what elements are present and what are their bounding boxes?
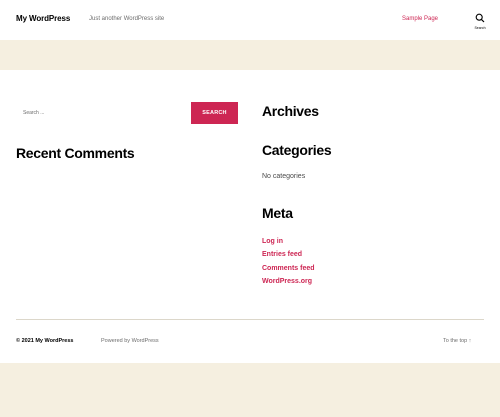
search-icon: [475, 13, 485, 23]
site-description: Just another WordPress site: [89, 16, 165, 22]
footer-powered-by[interactable]: Powered by WordPress: [101, 338, 159, 344]
site-title[interactable]: My WordPress: [16, 14, 70, 23]
archives-heading: Archives: [262, 103, 319, 119]
nav-sample-page-link[interactable]: Sample Page: [402, 16, 438, 22]
no-categories-text: No categories: [262, 173, 306, 180]
to-the-top-link[interactable]: To the top ↑: [443, 338, 471, 344]
search-toggle-label: Search: [474, 26, 486, 30]
footer-divider: [16, 319, 484, 320]
meta-heading: Meta: [262, 205, 293, 221]
meta-links-list: Log in Entries feed Comments feed WordPr…: [262, 235, 315, 288]
site-header: My WordPress Just another WordPress site…: [0, 0, 500, 40]
recent-comments-heading: Recent Comments: [16, 145, 135, 161]
categories-heading: Categories: [262, 142, 332, 158]
search-toggle-button[interactable]: Search: [468, 10, 492, 34]
header-band: [0, 40, 500, 70]
footer-copyright[interactable]: © 2021 My WordPress: [16, 338, 73, 344]
meta-link-entries-feed[interactable]: Entries feed: [262, 248, 315, 261]
search-submit-button[interactable]: SEARCH: [191, 102, 238, 124]
footer-band: [0, 363, 500, 417]
search-input[interactable]: [16, 102, 189, 124]
meta-link-comments-feed[interactable]: Comments feed: [262, 262, 315, 275]
meta-link-login[interactable]: Log in: [262, 235, 315, 248]
meta-link-wordpress-org[interactable]: WordPress.org: [262, 275, 315, 288]
